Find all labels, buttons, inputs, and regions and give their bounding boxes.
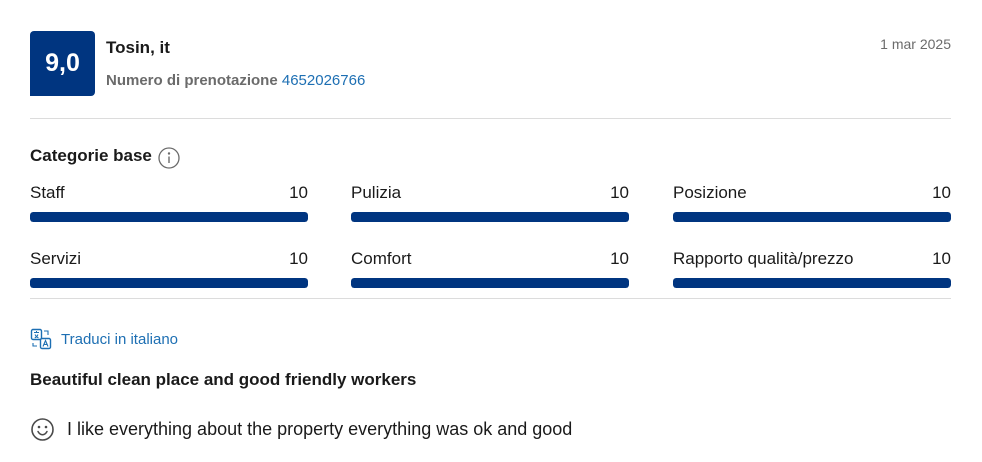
- booking-info: Numero di prenotazione 4652026766: [106, 72, 365, 89]
- category-label: Comfort: [351, 249, 412, 268]
- category-bar-fill: [673, 278, 951, 288]
- category-label: Staff: [30, 183, 65, 202]
- category-bar: [673, 278, 951, 288]
- review-title: Beautiful clean place and good friendly …: [30, 370, 417, 389]
- category-label: Posizione: [673, 183, 747, 202]
- booking-label: Numero di prenotazione: [106, 72, 278, 89]
- category-posizione: Posizione 10: [673, 183, 951, 223]
- review-date: 1 mar 2025: [880, 36, 951, 52]
- category-rapporto-qualita-prezzo: Rapporto qualità/prezzo 10: [673, 249, 951, 289]
- category-label: Pulizia: [351, 183, 402, 202]
- category-bar: [351, 212, 629, 222]
- score-badge: 9,0: [30, 31, 95, 96]
- category-label: Servizi: [30, 249, 82, 268]
- category-score: 10: [289, 249, 308, 268]
- positive-text: I like everything about the property eve…: [67, 419, 573, 439]
- translate-label[interactable]: Traduci in italiano: [61, 331, 178, 348]
- category-bar-fill: [673, 212, 951, 222]
- translate-link[interactable]: Traduci in italiano: [30, 328, 178, 350]
- category-staff: Staff 10: [30, 183, 308, 223]
- category-score: 10: [610, 249, 629, 268]
- category-pulizia: Pulizia 10: [351, 183, 629, 223]
- category-servizi: Servizi 10: [30, 249, 308, 289]
- category-score: 10: [932, 249, 951, 268]
- category-score: 10: [289, 183, 308, 202]
- positive-comment: I like everything about the property eve…: [30, 417, 572, 442]
- category-bar-fill: [30, 212, 308, 222]
- translate-icon: [30, 328, 52, 350]
- category-score: 10: [932, 183, 951, 202]
- categories-title: Categorie base: [30, 146, 152, 165]
- category-bar: [30, 278, 308, 288]
- info-icon[interactable]: [158, 147, 180, 169]
- category-label: Rapporto qualità/prezzo: [673, 249, 854, 268]
- booking-number: 4652026766: [281, 72, 366, 89]
- reviewer-name: Tosin, it: [106, 38, 170, 57]
- category-bar-fill: [351, 212, 629, 222]
- divider: [30, 298, 951, 299]
- category-score: 10: [610, 183, 629, 202]
- category-bar: [30, 212, 308, 222]
- smile-icon: [30, 417, 55, 442]
- category-bar-fill: [351, 278, 629, 288]
- category-bar: [351, 278, 629, 288]
- category-bar: [673, 212, 951, 222]
- divider: [30, 118, 951, 119]
- category-bar-fill: [30, 278, 308, 288]
- categories-heading: Categorie base: [30, 146, 180, 169]
- category-comfort: Comfort 10: [351, 249, 629, 289]
